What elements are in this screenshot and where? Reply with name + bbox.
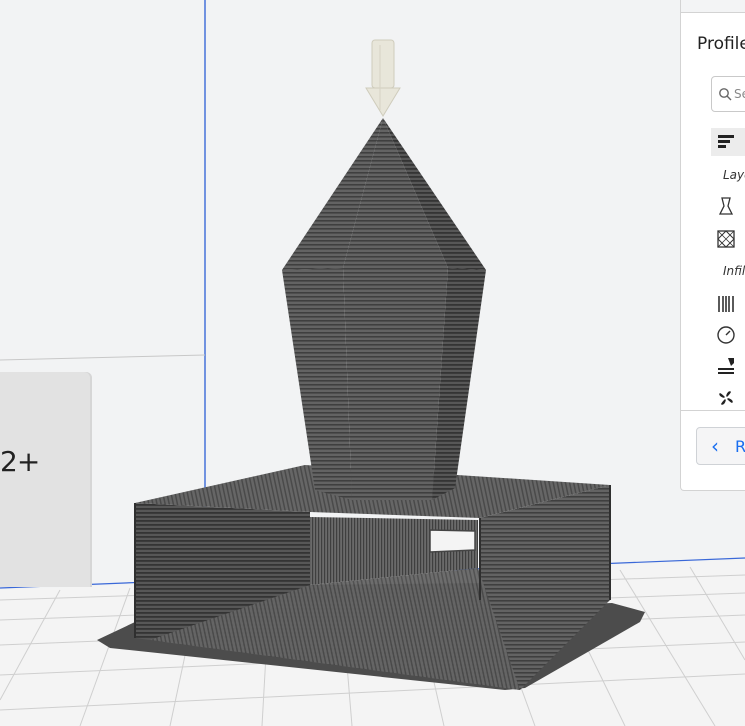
top-bottom-icon <box>711 225 741 253</box>
category-top-bottom[interactable] <box>711 225 745 253</box>
panel-header-strip <box>681 0 745 13</box>
adjacent-object[interactable] <box>0 372 92 587</box>
category-travel[interactable] <box>711 352 745 380</box>
print-settings-panel: Profile Se Laye <box>680 0 745 491</box>
build-plate-scene <box>0 0 745 726</box>
fan-icon <box>711 384 741 412</box>
section-label-infill: Infill <box>723 264 745 278</box>
walls-icon <box>711 192 741 220</box>
crystal-lower-mid <box>343 268 448 500</box>
travel-icon <box>711 352 741 380</box>
base-window <box>429 529 476 553</box>
3d-viewport[interactable]: 2+ <box>0 0 745 726</box>
speed-gauge-icon <box>711 321 741 349</box>
recommended-back-button[interactable]: ‹ R <box>696 427 745 465</box>
chevron-left-icon: ‹ <box>711 434 719 458</box>
settings-search-input[interactable]: Se <box>711 76 745 112</box>
search-icon <box>719 88 732 101</box>
adjacent-object-label: 2+ <box>0 445 40 478</box>
category-cooling[interactable] <box>711 384 745 412</box>
category-speed[interactable] <box>711 321 745 349</box>
back-button-label: R <box>735 437 745 456</box>
quality-icon <box>711 128 741 156</box>
panel-title: Profile <box>697 34 745 54</box>
category-walls[interactable] <box>711 192 745 220</box>
category-quality[interactable] <box>711 128 745 156</box>
section-label-layer: Laye <box>723 168 745 182</box>
category-material[interactable] <box>711 290 745 318</box>
panel-divider <box>681 410 745 411</box>
material-icon <box>711 290 741 318</box>
search-placeholder: Se <box>734 87 745 101</box>
